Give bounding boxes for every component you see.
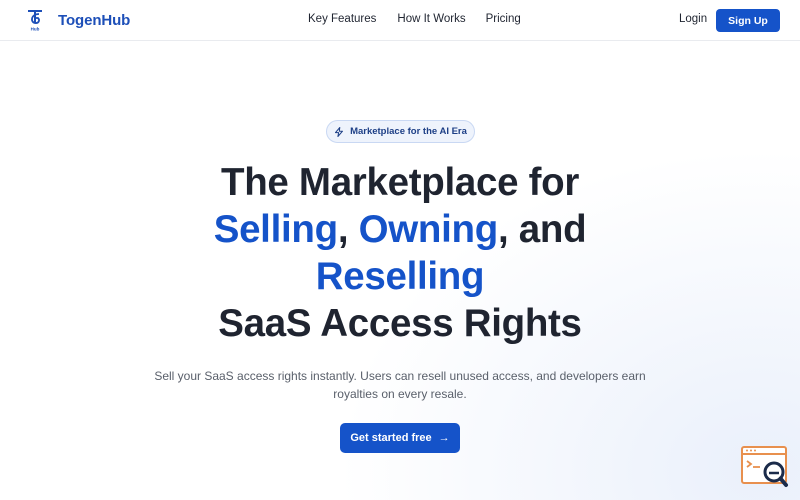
- signup-button[interactable]: Sign Up: [716, 9, 780, 32]
- headline-word-owning: Owning: [358, 208, 499, 251]
- get-started-label: Get started free: [350, 432, 432, 444]
- logo-caption: Hub: [31, 27, 40, 32]
- hero-badge: Marketplace for the AI Era: [326, 120, 475, 143]
- nav-link-how-it-works[interactable]: How It Works: [397, 13, 465, 25]
- headline-word-selling: Selling: [213, 208, 338, 251]
- headline-line-4: SaaS Access Rights: [218, 302, 582, 345]
- main-nav: Key Features How It Works Pricing: [308, 13, 521, 25]
- nav-link-pricing[interactable]: Pricing: [486, 13, 521, 25]
- hero-subtitle: Sell your SaaS access rights instantly. …: [154, 369, 646, 401]
- search-window-widget[interactable]: [740, 445, 792, 491]
- headline-separator-2: , and: [497, 208, 587, 251]
- brand-name: TogenHub: [58, 11, 131, 29]
- hero-headline: The Marketplace for Selling, Owning, and…: [0, 159, 800, 347]
- nav-link-key-features[interactable]: Key Features: [308, 13, 376, 25]
- sparkle-icon: [335, 126, 344, 137]
- arrow-right-icon: →: [438, 432, 450, 444]
- hero-badge-label: Marketplace for the AI Era: [350, 126, 467, 137]
- top-navbar: Hub TogenHub Key Features How It Works P…: [0, 0, 800, 41]
- hero-section: Marketplace for the AI Era The Marketpla…: [0, 41, 800, 500]
- headline-word-reselling: Reselling: [315, 255, 485, 298]
- brand-home-link[interactable]: Hub TogenHub: [26, 8, 130, 32]
- get-started-button[interactable]: Get started free →: [340, 423, 460, 453]
- togenhub-logo-icon: Hub: [28, 10, 42, 32]
- search-window-icon: [741, 446, 788, 487]
- headline-separator-1: ,: [337, 208, 359, 251]
- login-link[interactable]: Login: [679, 13, 707, 25]
- headline-line-1: The Marketplace for: [220, 161, 580, 204]
